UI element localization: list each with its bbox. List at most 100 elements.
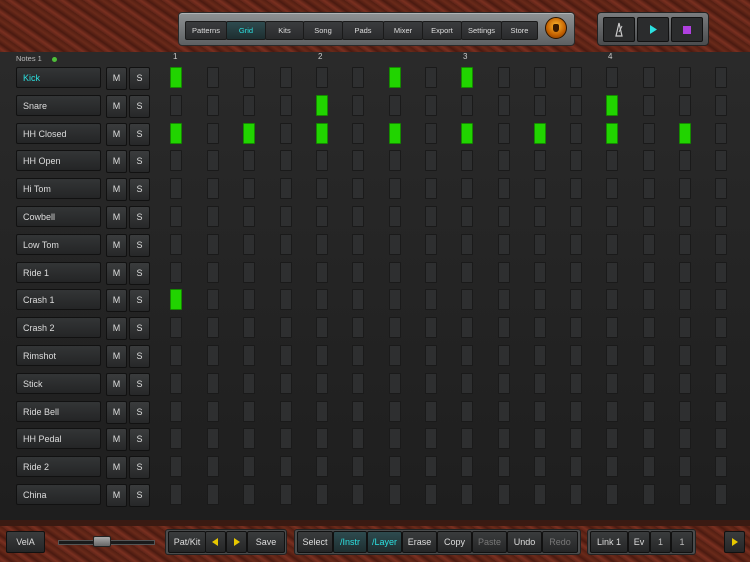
step-cell[interactable] [679, 206, 691, 227]
step-cell[interactable] [352, 67, 364, 88]
step-cell[interactable] [389, 373, 401, 394]
step-cell[interactable] [715, 401, 727, 422]
step-cell[interactable] [643, 123, 655, 144]
step-cell[interactable] [679, 178, 691, 199]
step-cell[interactable] [715, 95, 727, 116]
step-cell[interactable] [606, 123, 618, 144]
step-cell[interactable] [352, 401, 364, 422]
step-cell[interactable] [170, 401, 182, 422]
step-cell[interactable] [606, 345, 618, 366]
step-cell[interactable] [389, 234, 401, 255]
step-cell[interactable] [425, 150, 437, 171]
instrument-low-tom[interactable]: Low Tom [16, 234, 101, 255]
pat-kit-button[interactable]: Pat/Kit [168, 531, 206, 553]
forward-button[interactable] [724, 531, 745, 553]
step-cell[interactable] [498, 178, 510, 199]
step-cell[interactable] [570, 262, 582, 283]
step-cell[interactable] [389, 401, 401, 422]
step-cell[interactable] [534, 428, 546, 449]
step-cell[interactable] [643, 234, 655, 255]
solo-button-cowbell[interactable]: S [129, 206, 150, 229]
step-cell[interactable] [498, 373, 510, 394]
step-cell[interactable] [207, 456, 219, 477]
step-cell[interactable] [207, 317, 219, 338]
step-cell[interactable] [352, 95, 364, 116]
step-cell[interactable] [461, 317, 473, 338]
step-cell[interactable] [280, 401, 292, 422]
step-cell[interactable] [316, 150, 328, 171]
step-cell[interactable] [679, 150, 691, 171]
step-cell[interactable] [461, 67, 473, 88]
solo-button-stick[interactable]: S [129, 373, 150, 396]
step-cell[interactable] [570, 289, 582, 310]
step-cell[interactable] [316, 206, 328, 227]
step-cell[interactable] [352, 262, 364, 283]
step-cell[interactable] [389, 289, 401, 310]
step-cell[interactable] [498, 262, 510, 283]
step-cell[interactable] [606, 150, 618, 171]
step-cell[interactable] [207, 262, 219, 283]
step-cell[interactable] [207, 373, 219, 394]
step-cell[interactable] [679, 345, 691, 366]
step-cell[interactable] [606, 484, 618, 505]
step-cell[interactable] [243, 178, 255, 199]
step-cell[interactable] [715, 317, 727, 338]
mute-button-ride-bell[interactable]: M [106, 401, 127, 424]
step-cell[interactable] [643, 262, 655, 283]
step-cell[interactable] [643, 289, 655, 310]
mute-button-hh-closed[interactable]: M [106, 123, 127, 146]
solo-button-hi-tom[interactable]: S [129, 178, 150, 201]
step-cell[interactable] [534, 373, 546, 394]
step-cell[interactable] [643, 67, 655, 88]
previous-pattern-button[interactable] [205, 531, 226, 553]
step-cell[interactable] [425, 428, 437, 449]
step-cell[interactable] [243, 206, 255, 227]
step-cell[interactable] [425, 123, 437, 144]
step-cell[interactable] [679, 67, 691, 88]
step-cell[interactable] [170, 262, 182, 283]
solo-button-hh-open[interactable]: S [129, 150, 150, 173]
step-cell[interactable] [643, 150, 655, 171]
step-cell[interactable] [389, 345, 401, 366]
step-cell[interactable] [534, 345, 546, 366]
step-cell[interactable] [534, 484, 546, 505]
paste-button[interactable]: Paste [472, 531, 507, 553]
step-cell[interactable] [606, 262, 618, 283]
step-cell[interactable] [715, 289, 727, 310]
step-cell[interactable] [715, 456, 727, 477]
step-cell[interactable] [316, 456, 328, 477]
step-cell[interactable] [352, 150, 364, 171]
step-cell[interactable] [679, 289, 691, 310]
step-cell[interactable] [425, 262, 437, 283]
step-cell[interactable] [280, 345, 292, 366]
step-cell[interactable] [316, 178, 328, 199]
step-cell[interactable] [570, 317, 582, 338]
step-cell[interactable] [316, 67, 328, 88]
step-cell[interactable] [316, 317, 328, 338]
next-pattern-button[interactable] [226, 531, 247, 553]
solo-button-hh-closed[interactable]: S [129, 123, 150, 146]
tab-settings[interactable]: Settings [461, 21, 502, 40]
step-cell[interactable] [498, 150, 510, 171]
step-cell[interactable] [425, 456, 437, 477]
redo-button[interactable]: Redo [542, 531, 578, 553]
tab-export[interactable]: Export [422, 21, 462, 40]
step-cell[interactable] [461, 289, 473, 310]
step-cell[interactable] [280, 484, 292, 505]
mute-button-low-tom[interactable]: M [106, 234, 127, 257]
step-cell[interactable] [606, 67, 618, 88]
step-cell[interactable] [715, 484, 727, 505]
metronome-button[interactable] [603, 17, 635, 42]
step-cell[interactable] [461, 234, 473, 255]
step-cell[interactable] [606, 317, 618, 338]
step-cell[interactable] [643, 456, 655, 477]
step-cell[interactable] [534, 150, 546, 171]
step-cell[interactable] [425, 206, 437, 227]
step-cell[interactable] [170, 428, 182, 449]
step-cell[interactable] [243, 262, 255, 283]
mute-button-ride-1[interactable]: M [106, 262, 127, 285]
instrument-cowbell[interactable]: Cowbell [16, 206, 101, 227]
step-cell[interactable] [570, 428, 582, 449]
step-cell[interactable] [715, 178, 727, 199]
instrument-crash-2[interactable]: Crash 2 [16, 317, 101, 338]
